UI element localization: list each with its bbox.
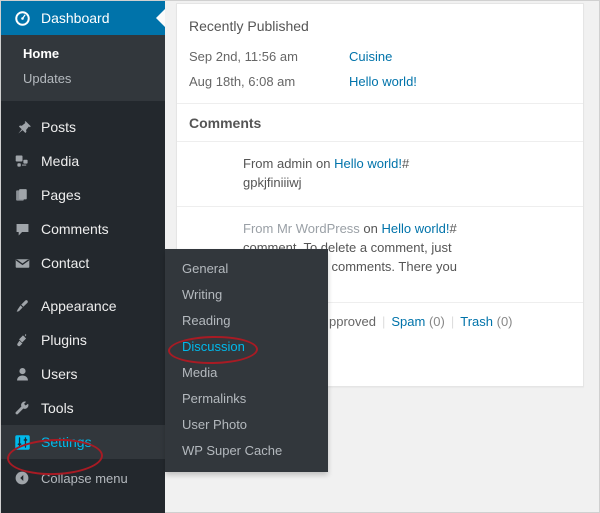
recently-published-title: Recently Published <box>189 18 309 34</box>
status-separator: | <box>381 314 386 329</box>
sidebar-label-settings: Settings <box>41 434 92 450</box>
comment-bubble-icon <box>11 221 33 238</box>
avatar <box>191 155 231 195</box>
submenu-item-permalinks[interactable]: Permalinks <box>165 386 328 412</box>
published-post-link[interactable]: Hello world! <box>349 72 417 91</box>
sidebar-label-dashboard: Dashboard <box>41 10 110 26</box>
status-trash-link[interactable]: Trash <box>460 314 493 329</box>
sidebar-item-plugins[interactable]: Plugins <box>1 323 165 357</box>
sidebar-label-media: Media <box>41 153 80 169</box>
wrench-icon <box>11 400 33 417</box>
status-spam-link[interactable]: Spam <box>391 314 425 329</box>
collapse-arrow-icon <box>11 470 33 486</box>
comment-from-prefix: From <box>243 221 274 236</box>
comments-title: Comments <box>177 104 583 142</box>
sidebar-label-appearance: Appearance <box>41 298 117 314</box>
submenu-item-general[interactable]: General <box>165 256 328 282</box>
comment-from-prefix: From <box>243 156 274 171</box>
status-separator: | <box>450 314 455 329</box>
user-icon <box>11 366 33 383</box>
submenu-item-writing[interactable]: Writing <box>165 282 328 308</box>
pushpin-icon <box>11 119 33 136</box>
sidebar-item-dashboard[interactable]: Dashboard <box>1 1 165 35</box>
comment-hash: # <box>449 221 457 236</box>
comment-on-word: on <box>363 221 378 236</box>
settings-submenu-flyout: General Writing Reading Discussion Media… <box>165 249 328 472</box>
dashboard-submenu: Home Updates <box>1 35 165 101</box>
sidebar-label-pages: Pages <box>41 187 81 203</box>
submenu-item-user-photo[interactable]: User Photo <box>165 412 328 438</box>
sidebar-item-posts[interactable]: Posts <box>1 110 165 144</box>
recently-published-row: Sep 2nd, 11:56 am Cuisine <box>177 44 583 69</box>
sidebar-label-contact: Contact <box>41 255 90 271</box>
sidebar-subitem-home[interactable]: Home <box>1 41 165 66</box>
comment-item: From admin on Hello world!# gpkjfiniiiwj <box>177 142 583 207</box>
submenu-item-media[interactable]: Media <box>165 360 328 386</box>
comment-author: Mr WordPress <box>276 221 360 236</box>
sidebar-item-appearance[interactable]: Appearance <box>1 289 165 323</box>
submenu-item-discussion[interactable]: Discussion <box>165 334 328 360</box>
sidebar-item-collapse-menu[interactable]: Collapse menu <box>1 461 165 495</box>
sidebar-item-settings[interactable]: Settings <box>1 425 165 459</box>
admin-sidebar: Dashboard Home Updates Posts Media Pages… <box>1 1 165 513</box>
comment-author: admin <box>276 156 313 171</box>
sidebar-label-comments: Comments <box>41 221 109 237</box>
envelope-icon <box>11 255 33 272</box>
comment-on-word: on <box>316 156 331 171</box>
sidebar-item-media[interactable]: Media <box>1 144 165 178</box>
comment-hash: # <box>402 156 410 171</box>
submenu-item-reading[interactable]: Reading <box>165 308 328 334</box>
sidebar-label-plugins: Plugins <box>41 332 87 348</box>
sidebar-separator-2 <box>1 280 165 289</box>
sidebar-label-users: Users <box>41 366 78 382</box>
paintbrush-icon <box>11 298 33 315</box>
recently-published-row: Aug 18th, 6:08 am Hello world! <box>177 69 583 94</box>
status-spam-count: (0) <box>428 314 445 329</box>
sidebar-label-collapse-menu: Collapse menu <box>41 470 128 486</box>
sidebar-item-comments[interactable]: Comments <box>1 212 165 246</box>
media-camera-icon <box>11 153 33 170</box>
sidebar-subitem-updates[interactable]: Updates <box>1 66 165 91</box>
comment-body: gpkjfiniiiwj <box>243 175 302 190</box>
browser-page-frame: Dashboard Home Updates Posts Media Pages… <box>0 0 600 513</box>
submenu-item-wp-super-cache[interactable]: WP Super Cache <box>165 438 328 464</box>
settings-sliders-icon <box>11 434 33 451</box>
comment-meta: From admin on Hello world!# <box>243 154 569 173</box>
dashboard-gauge-icon <box>11 10 33 27</box>
sidebar-item-contact[interactable]: Contact <box>1 246 165 280</box>
comment-meta: From Mr WordPress on Hello world!# <box>243 219 569 238</box>
sidebar-item-tools[interactable]: Tools <box>1 391 165 425</box>
plug-icon <box>11 332 33 349</box>
status-trash-count: (0) <box>496 314 513 329</box>
published-post-link[interactable]: Cuisine <box>349 47 392 66</box>
sidebar-label-posts: Posts <box>41 119 77 135</box>
pages-icon <box>11 187 33 204</box>
sidebar-label-tools: Tools <box>41 400 74 416</box>
sidebar-separator-1 <box>1 101 165 110</box>
sidebar-item-users[interactable]: Users <box>1 357 165 391</box>
comment-post-link[interactable]: Hello world! <box>382 221 450 236</box>
published-date: Aug 18th, 6:08 am <box>189 74 296 89</box>
comment-post-link[interactable]: Hello world! <box>334 156 402 171</box>
sidebar-item-pages[interactable]: Pages <box>1 178 165 212</box>
published-date: Sep 2nd, 11:56 am <box>189 49 298 64</box>
